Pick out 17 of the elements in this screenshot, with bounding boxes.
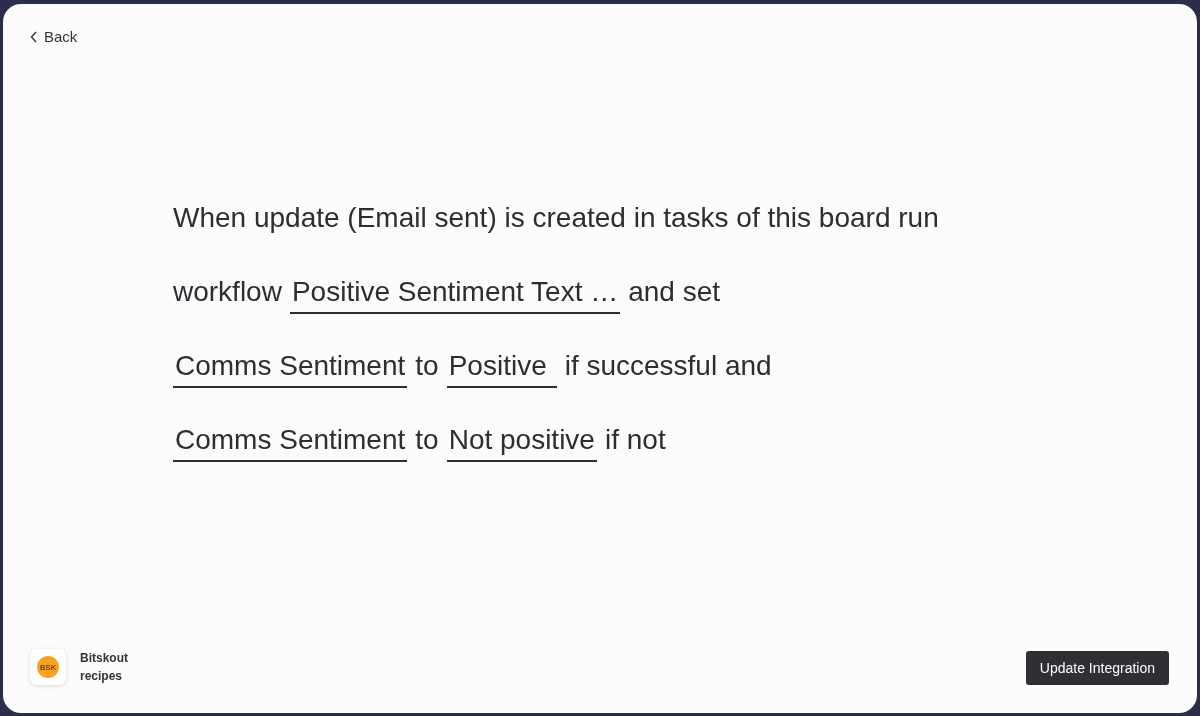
recipe-text: if not (604, 424, 666, 457)
recipe-text: to (415, 350, 439, 383)
back-link[interactable]: Back (30, 26, 78, 47)
update-integration-button[interactable]: Update Integration (1025, 651, 1169, 685)
select-field[interactable]: Positive (446, 350, 557, 388)
brand-name: Bitskout recipes (80, 650, 129, 685)
select-field[interactable]: Comms Sentiment (173, 350, 408, 388)
select-field[interactable]: Comms Sentiment (173, 424, 408, 462)
select-field[interactable]: Positive Sentiment Text … (289, 276, 621, 314)
chevron-left-icon (30, 30, 38, 43)
recipe-text: if successful and (564, 350, 772, 383)
recipe-text: When update (Email sent) is created in tasks of this board run (173, 202, 939, 235)
recipe-text: to (415, 424, 439, 457)
select-field[interactable]: Not positive (446, 424, 597, 462)
brand-logo: BSK (37, 656, 59, 678)
recipe-text: and set (628, 276, 721, 309)
recipe-text: workflow (173, 276, 282, 309)
